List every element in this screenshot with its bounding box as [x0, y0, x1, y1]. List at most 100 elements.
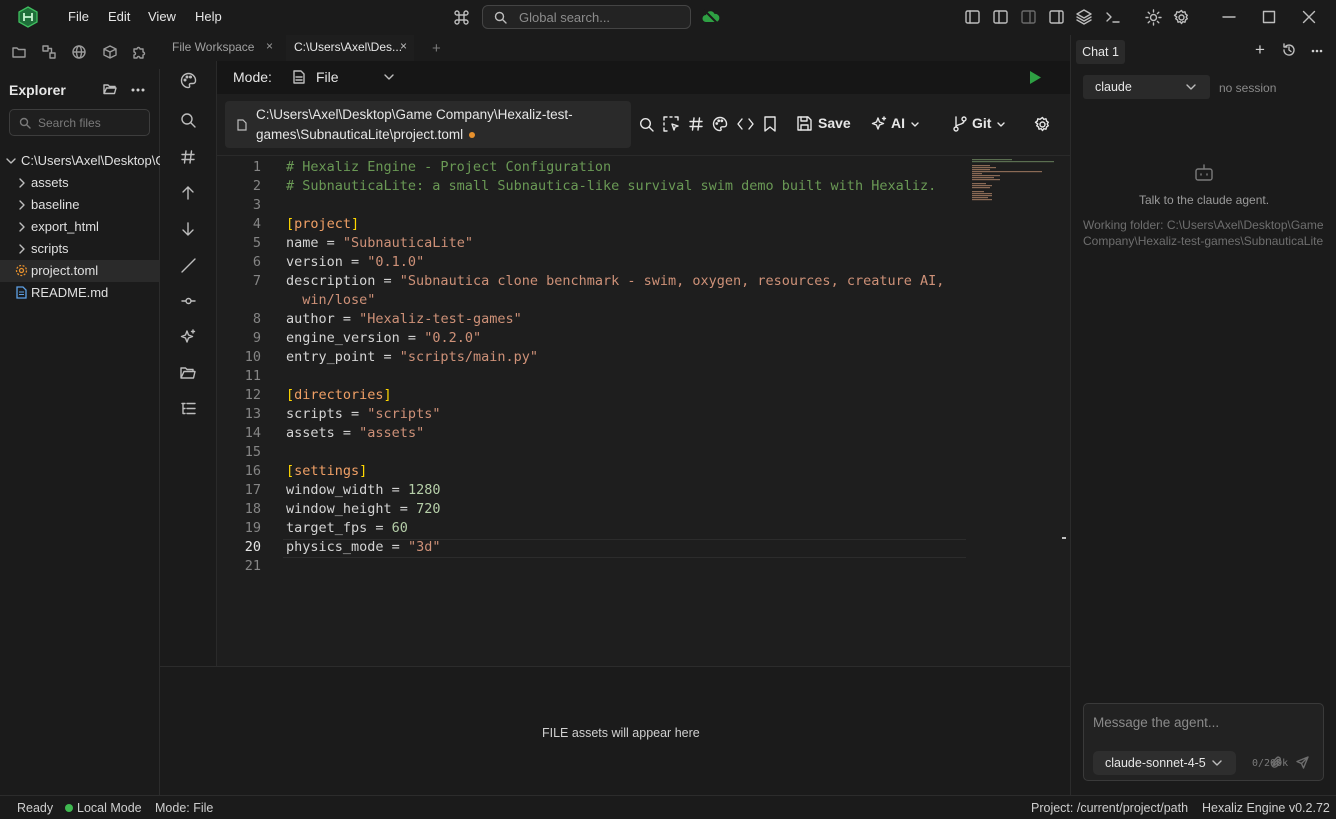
menu-file[interactable]: File — [68, 9, 89, 24]
code-line: [settings] — [286, 463, 367, 479]
save-label: Save — [818, 115, 851, 131]
tab-file-workspace[interactable]: File Workspace × — [172, 35, 282, 61]
global-search-input[interactable]: Global search... — [482, 5, 691, 29]
menu-view[interactable]: View — [148, 9, 176, 24]
tree-item-export-html[interactable]: export_html — [0, 216, 160, 238]
code-line: window_width = 1280 — [286, 482, 440, 498]
attach-icon[interactable] — [1270, 756, 1283, 769]
status-mode: Mode: File — [155, 801, 214, 815]
toggle-explorer-icon[interactable] — [993, 10, 1008, 24]
message-input-placeholder: Message the agent... — [1093, 715, 1220, 730]
toggle-bottom-panel-icon[interactable] — [1021, 10, 1036, 24]
close-icon[interactable] — [1302, 10, 1316, 24]
folder-icon[interactable] — [12, 46, 26, 58]
code-icon[interactable] — [737, 118, 754, 130]
palette-icon[interactable] — [712, 116, 728, 132]
code-token: = — [383, 539, 408, 555]
unsaved-dot — [468, 132, 475, 139]
bot-icon — [1194, 164, 1214, 182]
toggle-right-panel-icon[interactable] — [1049, 10, 1064, 24]
puzzle-icon[interactable] — [132, 45, 146, 59]
tab-project-toml[interactable]: C:\Users\Axel\Des... × — [286, 35, 414, 61]
close-tab-icon[interactable]: × — [400, 39, 407, 53]
settings-file-icon — [15, 264, 28, 277]
model-select[interactable]: claude-sonnet-4-5 — [1093, 751, 1236, 775]
history-icon[interactable] — [1282, 43, 1296, 57]
tree-item-project-toml[interactable]: project.toml — [0, 260, 160, 282]
code-token: "0.2.0" — [424, 330, 482, 346]
agent-select[interactable]: claude — [1083, 75, 1210, 99]
new-chat-icon[interactable]: + — [1255, 40, 1265, 60]
chat-tab[interactable]: Chat 1 — [1076, 40, 1125, 64]
palette-icon[interactable] — [180, 72, 197, 89]
open-folder-icon[interactable] — [103, 83, 117, 95]
find-icon[interactable] — [639, 117, 654, 132]
select-region-icon[interactable] — [663, 116, 679, 132]
tree-item-readme[interactable]: README.md — [0, 282, 160, 304]
file-search-input[interactable]: Search files — [9, 109, 150, 136]
sun-icon[interactable] — [1145, 9, 1162, 26]
tree-item-baseline[interactable]: baseline — [0, 194, 160, 216]
code-token: 720 — [416, 501, 441, 517]
explorer-title: Explorer — [9, 82, 66, 98]
send-icon[interactable] — [1296, 756, 1309, 769]
bookmark-icon[interactable] — [764, 116, 776, 132]
tree-item-assets[interactable]: assets — [0, 172, 160, 194]
git-menu-button[interactable]: Git — [953, 115, 1008, 135]
code-token: "scripts/main.py" — [399, 349, 538, 365]
maximize-icon[interactable] — [1262, 10, 1276, 24]
code-token: "0.1.0" — [367, 254, 425, 270]
line-tool-icon[interactable] — [181, 258, 196, 273]
assets-empty-text: FILE assets will appear here — [542, 726, 700, 740]
message-input[interactable]: Message the agent... claude-sonnet-4-5 0… — [1083, 703, 1324, 781]
more-icon[interactable] — [131, 88, 145, 92]
arrow-up-icon[interactable] — [181, 186, 195, 200]
close-tab-icon[interactable]: × — [266, 39, 273, 53]
minimap[interactable] — [970, 158, 1060, 218]
mode-bar: Mode: File — [160, 61, 1070, 94]
arrow-down-icon[interactable] — [181, 222, 195, 236]
nodes-icon[interactable] — [42, 45, 56, 59]
code-editor[interactable]: 1 # Hexaliz Engine - Project Configuratio… — [217, 156, 1070, 666]
cube-icon[interactable] — [103, 45, 117, 59]
open-folder-icon[interactable] — [180, 366, 196, 379]
sparkles-icon[interactable] — [180, 329, 196, 345]
outline-icon[interactable] — [181, 402, 196, 415]
new-tab-icon[interactable]: + — [432, 40, 441, 57]
toggle-left-panel-icon[interactable] — [965, 10, 980, 24]
code-line: target_fps = 60 — [286, 520, 408, 536]
command-icon[interactable] — [453, 9, 470, 26]
editor-settings-icon[interactable] — [1034, 116, 1051, 133]
more-icon[interactable] — [1311, 49, 1323, 53]
layers-icon[interactable] — [1076, 9, 1092, 25]
explorer-view-switcher — [0, 35, 160, 69]
working-folder-line-1: Working folder: C:\Users\Axel\Desktop\Ga… — [1083, 218, 1324, 232]
gear-icon[interactable] — [1173, 9, 1190, 26]
search-icon[interactable] — [180, 112, 196, 128]
hash-icon[interactable] — [181, 150, 195, 164]
code-line: scripts = "scripts" — [286, 406, 440, 422]
agent-select-value: claude — [1095, 80, 1132, 94]
chevron-down-icon — [1212, 760, 1222, 766]
mode-select[interactable]: File — [293, 69, 395, 87]
commit-icon[interactable] — [181, 294, 196, 308]
tree-root-label: C:\Users\Axel\Desktop\G — [21, 153, 160, 168]
tree-root-folder[interactable]: C:\Users\Axel\Desktop\G — [0, 150, 160, 172]
ai-menu-button[interactable]: AI — [871, 115, 923, 135]
cloud-off-icon[interactable] — [702, 9, 720, 25]
menu-help[interactable]: Help — [195, 9, 222, 24]
code-token: engine_version — [286, 330, 400, 346]
menu-edit[interactable]: Edit — [108, 9, 130, 24]
terminal-icon[interactable] — [1105, 9, 1121, 25]
code-token: = — [375, 349, 400, 365]
code-line: version = "0.1.0" — [286, 254, 424, 270]
code-line: [project] — [286, 216, 359, 232]
hash-icon[interactable] — [689, 117, 703, 131]
save-button[interactable]: Save — [797, 115, 877, 135]
code-token: win/lose" — [286, 292, 376, 308]
globe-icon[interactable] — [72, 45, 86, 59]
file-path-breadcrumb: C:\Users\Axel\Desktop\Game Company\Hexal… — [225, 101, 631, 148]
tree-item-scripts[interactable]: scripts — [0, 238, 160, 260]
minimize-icon[interactable] — [1222, 10, 1236, 24]
play-icon[interactable] — [1029, 70, 1042, 85]
